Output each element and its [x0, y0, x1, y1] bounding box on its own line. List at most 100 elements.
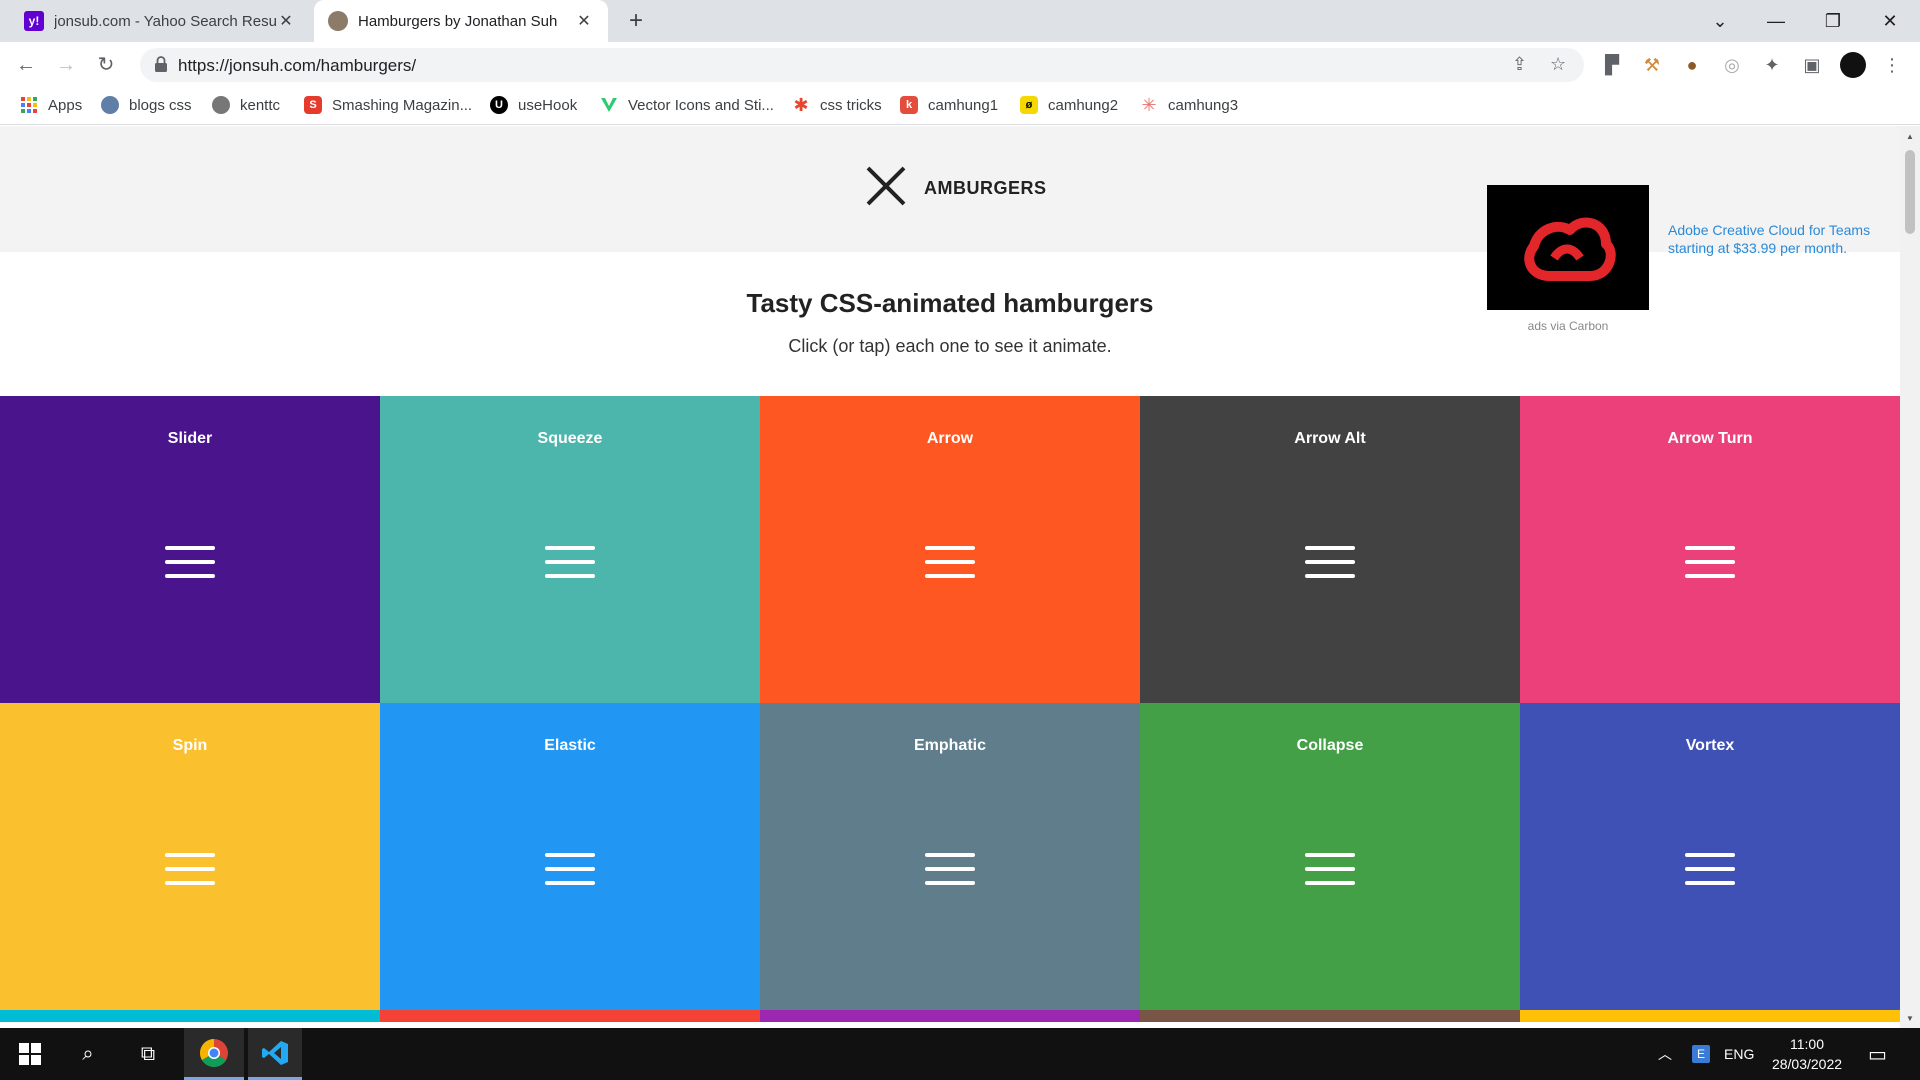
tile-label: Arrow [926, 430, 974, 447]
scroll-down-arrow-icon[interactable]: ▼ [1905, 1014, 1915, 1023]
hamburger-menu-icon[interactable] [1685, 546, 1735, 578]
hamburger-menu-icon[interactable] [545, 853, 595, 885]
bookmark-vector-icons[interactable]: Vector Icons and Sti... [600, 96, 774, 114]
back-button[interactable]: ← [12, 51, 40, 79]
yahoo-icon: y! [24, 11, 44, 31]
new-tab-button[interactable]: + [622, 7, 650, 35]
minimize-button[interactable]: — [1748, 0, 1804, 42]
system-clock[interactable]: 11:00 28/03/2022 [1762, 1034, 1852, 1074]
bookmark-usehook[interactable]: U useHook [490, 96, 577, 114]
tab-hamburgers[interactable]: Hamburgers by Jonathan Suh ✕ [314, 0, 608, 42]
bookmark-apps[interactable]: Apps [20, 96, 82, 114]
close-tab-icon[interactable]: ✕ [276, 11, 296, 31]
site-logo-text[interactable]: AMBURGERS [924, 178, 1047, 199]
chrome-taskbar-button[interactable] [184, 1028, 244, 1080]
hamburger-menu-icon[interactable] [165, 853, 215, 885]
restore-button[interactable]: ❐ [1805, 0, 1861, 42]
reload-button[interactable]: ↻ [92, 51, 120, 79]
hamburger-tile-arrow-turn[interactable]: Arrow Turn [1520, 396, 1900, 703]
close-x-logo-icon[interactable] [864, 164, 908, 208]
next-row-tile[interactable] [1520, 1010, 1900, 1022]
scroll-up-arrow-icon[interactable]: ▲ [1905, 132, 1915, 141]
hamburger-tile-elastic[interactable]: Elastic [380, 703, 760, 1010]
koala-icon [212, 96, 230, 114]
hamburger-tile-emphatic[interactable]: Emphatic [760, 703, 1140, 1010]
tab-strip: y! jonsub.com - Yahoo Search Resul ✕ Ham… [0, 0, 1920, 42]
toolbar: ← → ↻ https://jonsuh.com/hamburgers/ ⇪ ☆… [0, 42, 1920, 88]
camhung1-icon: k [900, 96, 918, 114]
extensions-puzzle-icon[interactable]: ✦ [1760, 53, 1784, 77]
apps-grid-icon [21, 97, 37, 113]
hamburger-menu-icon[interactable] [1305, 546, 1355, 578]
bookmark-label: camhung2 [1048, 96, 1119, 114]
hamburger-tile-squeeze[interactable]: Squeeze [380, 396, 760, 703]
next-row-tile[interactable] [1140, 1010, 1520, 1022]
bookmark-label: useHook [518, 96, 578, 114]
hamburger-tile-arrow-alt[interactable]: Arrow Alt [1140, 396, 1520, 703]
vector-icon [601, 98, 617, 112]
smashing-icon: S [304, 96, 322, 114]
bookmark-camhung2[interactable]: ø camhung2 [1020, 96, 1118, 114]
windows-logo-icon [19, 1043, 41, 1065]
close-window-button[interactable]: ✕ [1862, 0, 1918, 42]
tab-title: jonsub.com - Yahoo Search Resul [54, 12, 276, 30]
input-method-icon[interactable]: E [1692, 1028, 1710, 1080]
hamburger-menu-icon[interactable] [925, 853, 975, 885]
page-scrollbar[interactable]: ▲ ▼ [1900, 126, 1920, 1028]
hamburger-tile-collapse[interactable]: Collapse [1140, 703, 1520, 1010]
bookmark-label: Smashing Magazin... [332, 96, 473, 114]
vscode-taskbar-button[interactable] [248, 1028, 302, 1080]
carbon-ad-attribution[interactable]: ads via Carbon [1487, 319, 1649, 333]
windows-start-button[interactable] [2, 1028, 58, 1080]
bookmark-blogs-css[interactable]: blogs css [101, 96, 192, 114]
next-row-tile[interactable] [380, 1010, 760, 1022]
bookmark-kenttc[interactable]: kenttc [212, 96, 280, 114]
hamburger-tile-vortex[interactable]: Vortex [1520, 703, 1900, 1010]
search-icon[interactable]: ⌕ [60, 1028, 116, 1080]
menu-kebab-icon[interactable]: ⋮ [1880, 53, 1904, 77]
hamburger-tile-slider[interactable]: Slider [0, 396, 380, 703]
carbon-ad-link[interactable]: Adobe Creative Cloud for Teams starting … [1668, 221, 1878, 257]
lock-icon [155, 56, 167, 72]
bookmark-label: blogs css [129, 96, 192, 114]
tab-yahoo-search[interactable]: y! jonsub.com - Yahoo Search Resul ✕ [10, 0, 310, 42]
hamburger-menu-icon[interactable] [1685, 853, 1735, 885]
extension-face-icon[interactable]: ◎ [1720, 53, 1744, 77]
profile-avatar[interactable] [1840, 52, 1866, 78]
notifications-icon[interactable]: ▭ [1868, 1028, 1887, 1080]
share-icon[interactable]: ⇪ [1512, 54, 1527, 75]
hamburger-tile-spin[interactable]: Spin [0, 703, 380, 1010]
extension-ruler-icon[interactable]: ▛ [1600, 53, 1624, 77]
address-bar[interactable]: https://jonsuh.com/hamburgers/ ⇪ ☆ [140, 48, 1584, 82]
tab-search-icon[interactable]: ⌄ [1692, 0, 1748, 42]
bookmark-smashing[interactable]: S Smashing Magazin... [304, 96, 472, 114]
scrollbar-thumb[interactable] [1905, 150, 1915, 234]
bookmark-camhung1[interactable]: k camhung1 [900, 96, 998, 114]
extension-hammer-icon[interactable]: ⚒ [1640, 53, 1664, 77]
bookmark-star-icon[interactable]: ☆ [1550, 54, 1566, 75]
tile-label: Slider [167, 430, 213, 447]
next-row-tile[interactable] [0, 1010, 380, 1022]
side-panel-icon[interactable]: ▣ [1800, 53, 1824, 77]
extension-cookie-icon[interactable]: ● [1680, 53, 1704, 77]
hamburger-menu-icon[interactable] [165, 546, 215, 578]
bookmark-css-tricks[interactable]: ✱ css tricks [792, 95, 881, 115]
tab-title: Hamburgers by Jonathan Suh [358, 12, 558, 30]
bookmark-label: camhung1 [928, 96, 999, 114]
language-indicator[interactable]: ENG [1724, 1028, 1754, 1080]
close-tab-icon[interactable]: ✕ [574, 11, 594, 31]
camhung2-icon: ø [1020, 96, 1038, 114]
task-view-icon[interactable]: ⧉ [120, 1028, 176, 1080]
tile-label: Squeeze [537, 430, 603, 447]
bookmark-label: Apps [48, 96, 83, 114]
forward-button[interactable]: → [52, 51, 80, 79]
site-header: AMBURGERS Adobe Creative Cloud for Teams… [0, 126, 1900, 333]
hamburger-menu-icon[interactable] [1305, 853, 1355, 885]
hamburger-menu-icon[interactable] [545, 546, 595, 578]
hamburger-tile-arrow[interactable]: Arrow [760, 396, 1140, 703]
hamburger-menu-icon[interactable] [925, 546, 975, 578]
next-row-tile[interactable] [760, 1010, 1140, 1022]
bookmark-camhung3[interactable]: ✳ camhung3 [1140, 95, 1238, 115]
show-hidden-icons-chevron-icon[interactable]: ︿ [1658, 1028, 1672, 1080]
tile-label: Arrow Alt [1294, 430, 1366, 447]
